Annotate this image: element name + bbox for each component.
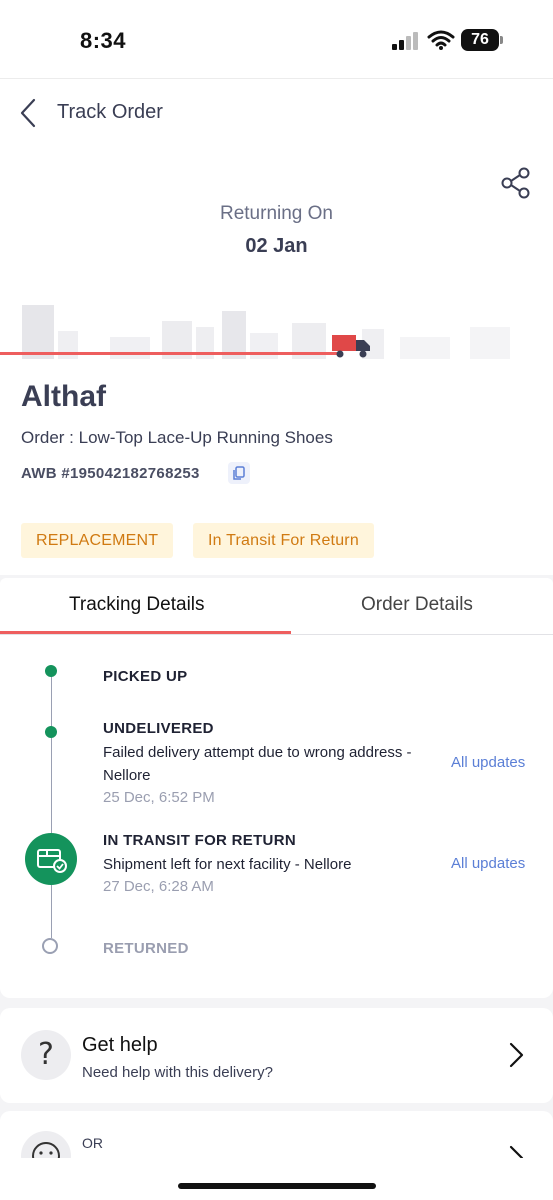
- get-help-card[interactable]: ? Get help Need help with this delivery?: [0, 1008, 553, 1103]
- battery-tip: [500, 36, 503, 44]
- wifi-icon: [427, 30, 455, 50]
- step-complete-dot: [45, 726, 57, 738]
- event-description: Failed delivery attempt due to wrong add…: [103, 744, 412, 784]
- home-indicator: [178, 1183, 376, 1189]
- back-button[interactable]: [14, 95, 44, 131]
- returning-label: Returning On: [219, 203, 333, 224]
- all-updates-link[interactable]: All updates: [451, 754, 525, 771]
- event-time: 25 Dec, 6:52 PM: [103, 789, 215, 806]
- card-label: OR: [82, 1135, 103, 1151]
- truck-icon: [332, 335, 370, 358]
- shipment-summary: Returning On 02 Jan Althaf Order : Low-T…: [0, 147, 553, 575]
- event-title: RETURNED: [103, 940, 189, 957]
- cellular-signal-icon: [392, 32, 418, 50]
- help-title: Get help: [82, 1034, 158, 1056]
- event-title: UNDELIVERED: [103, 720, 214, 737]
- delivery-progress-bar: [0, 352, 337, 355]
- status-badge: In Transit For Return: [193, 523, 374, 558]
- step-complete-dot: [45, 665, 57, 677]
- battery-indicator: 76: [461, 29, 499, 51]
- all-updates-link[interactable]: All updates: [451, 855, 525, 872]
- order-description: Order : Low-Top Lace-Up Running Shoes: [21, 428, 333, 447]
- replacement-badge: REPLACEMENT: [21, 523, 174, 558]
- step-pending-dot: [42, 938, 58, 954]
- help-subtitle: Need help with this delivery?: [82, 1064, 273, 1081]
- question-icon: ?: [21, 1030, 71, 1080]
- bottom-safe-area: [0, 1158, 553, 1200]
- customer-name: Althaf: [21, 380, 106, 413]
- returning-date: 02 Jan: [245, 235, 308, 257]
- share-button[interactable]: [498, 165, 534, 201]
- awb-number: AWB #195042182768253: [21, 465, 200, 482]
- timeline-connector: [51, 675, 52, 833]
- chevron-left-icon: [20, 98, 36, 128]
- chevron-right-icon: [509, 1042, 524, 1068]
- page-title: Track Order: [57, 101, 163, 123]
- copy-awb-button[interactable]: [228, 462, 250, 484]
- event-title: IN TRANSIT FOR RETURN: [103, 832, 296, 849]
- current-step-marker: [25, 833, 77, 885]
- tracking-timeline: PICKED UP UNDELIVERED Failed delivery at…: [0, 635, 553, 998]
- event-description: Shipment left for next facility - Nellor…: [103, 856, 352, 873]
- header: Track Order: [0, 78, 553, 148]
- city-skyline-illustration: [22, 305, 510, 359]
- tab-bar: Tracking Details Order Details: [0, 578, 553, 635]
- active-tab-indicator: [0, 631, 291, 634]
- share-icon: [501, 167, 530, 199]
- timeline-connector: [51, 885, 52, 938]
- package-check-icon: [37, 849, 67, 873]
- event-time: 27 Dec, 6:28 AM: [103, 878, 214, 895]
- tab-tracking-details[interactable]: Tracking Details: [69, 594, 205, 616]
- copy-icon: [228, 462, 250, 484]
- status-time: 8:34: [80, 28, 127, 53]
- tab-order-details[interactable]: Order Details: [361, 594, 473, 616]
- status-bar: 8:34 76: [0, 0, 553, 78]
- event-title: PICKED UP: [103, 668, 188, 685]
